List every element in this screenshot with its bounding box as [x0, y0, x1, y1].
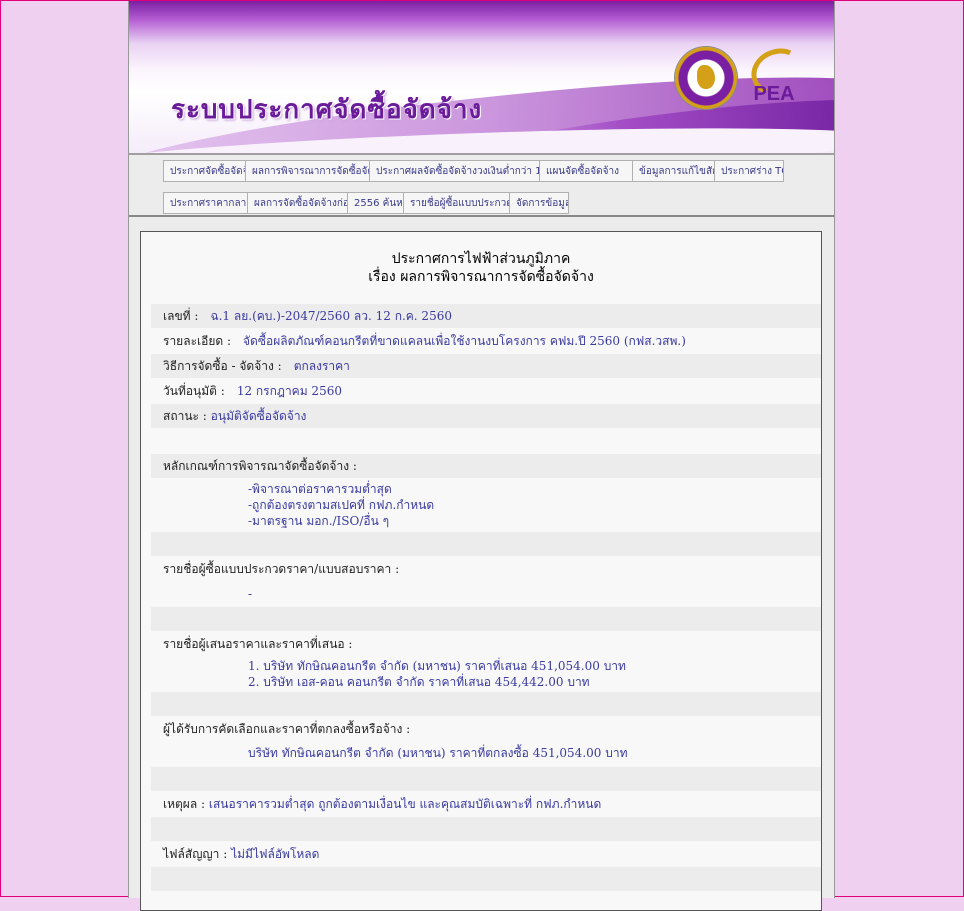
row-number: เลขที่ : ฉ.1 ลย.(คบ.)-2047/2560 ลว. 12 ก.…: [151, 304, 821, 328]
pea-seal-logo: [675, 47, 737, 109]
row-criteria: หลักเกณฑ์การพิจารณาจัดซื้อจัดจ้าง :: [151, 454, 821, 478]
winner-value: บริษัท ทักษิณคอนกรีต จำกัด (มหาชน) ราคาท…: [248, 746, 628, 760]
header-banner: ระบบประกาศจัดซื้อจัดจ้าง PEA: [129, 1, 834, 153]
row-status: สถานะ : อนุมัติจัดซื้อจัดจ้าง: [151, 404, 821, 428]
tab-contract-amendment[interactable]: ข้อมูลการแก้ไขสัญญา: [632, 160, 714, 182]
tab-buyer-list[interactable]: รายชื่อผู้ซื้อแบบประกวดราคา: [403, 192, 509, 214]
pea-logo: PEA: [743, 41, 812, 111]
row-method: วิธีการจัดซื้อ - จัดจ้าง : ตกลงราคา: [151, 354, 821, 378]
announcement-heading: ประกาศการไฟฟ้าส่วนภูมิภาค เรื่อง ผลการพิ…: [368, 251, 594, 285]
tab-draft-tor[interactable]: ประกาศร่าง TOR: [714, 160, 784, 182]
menu-row-2: ประกาศราคากลาง ผลการจัดซื้อจัดจ้างก่อนปี…: [163, 192, 569, 214]
row-bidders: รายชื่อผู้เสนอราคาและราคาที่เสนอ :: [163, 637, 353, 651]
buyers-value: -: [248, 587, 253, 601]
criteria-list: -พิจารณาต่อราคารวมต่ำสุด -ถูกต้องตรงตามส…: [248, 482, 435, 528]
announcement-panel: ประกาศการไฟฟ้าส่วนภูมิภาค เรื่อง ผลการพิ…: [140, 231, 822, 911]
menu-row-1: ประกาศจัดซื้อจัดจ้าง ผลการพิจารณาการจัดซ…: [163, 160, 784, 182]
row-contract-file: ไฟล์สัญญา : ไม่มีไฟล์อัพโหลด: [163, 847, 320, 861]
tab-procurement-plan[interactable]: แผนจัดซื้อจัดจ้าง: [539, 160, 632, 182]
page-container: ระบบประกาศจัดซื้อจัดจ้าง PEA ประกาศจัดซื…: [128, 1, 835, 911]
row-approve-date: วันที่อนุมัติ :12 กรกฎาคม 2560: [163, 384, 342, 398]
bidders-list: 1. บริษัท ทักษิณคอนกรีต จำกัด (มหาชน) รา…: [248, 659, 626, 689]
row-reason: เหตุผล : เสนอราคารวมต่ำสุด ถูกต้องตามเงื…: [163, 797, 602, 811]
contract-file-link: ไม่มีไฟล์อัพโหลด: [231, 847, 320, 861]
row-winner: ผู้ได้รับการคัดเลือกและราคาที่ตกลงซื้อหร…: [163, 722, 411, 736]
tab-reference-price[interactable]: ประกาศราคากลาง: [163, 192, 247, 214]
tab-evaluation-result[interactable]: ผลการพิจารณาการจัดซื้อจัดจ้าง: [245, 160, 369, 182]
system-title: ระบบประกาศจัดซื้อจัดจ้าง: [171, 95, 483, 125]
tab-before-2556[interactable]: ผลการจัดซื้อจัดจ้างก่อนปี 2556: [247, 192, 347, 214]
tab-manage-data[interactable]: จัดการข้อมูล: [509, 192, 569, 214]
tab-2556-search[interactable]: 2556 ค้นหา: [347, 192, 403, 214]
row-buyers: รายชื่อผู้ซื้อแบบประกวดราคา/แบบสอบราคา :: [163, 562, 400, 576]
row-detail: รายละเอียด : จัดซื้อผลิตภัณฑ์คอนกรีตที่ขา…: [163, 334, 686, 348]
tab-announcement[interactable]: ประกาศจัดซื้อจัดจ้าง: [163, 160, 245, 182]
main-menu: ประกาศจัดซื้อจัดจ้าง ผลการพิจารณาการจัดซ…: [129, 155, 834, 217]
tab-result-under-100k[interactable]: ประกาศผลจัดซื้อจัดจ้างวงเงินต่ำกว่า 100,…: [369, 160, 539, 182]
